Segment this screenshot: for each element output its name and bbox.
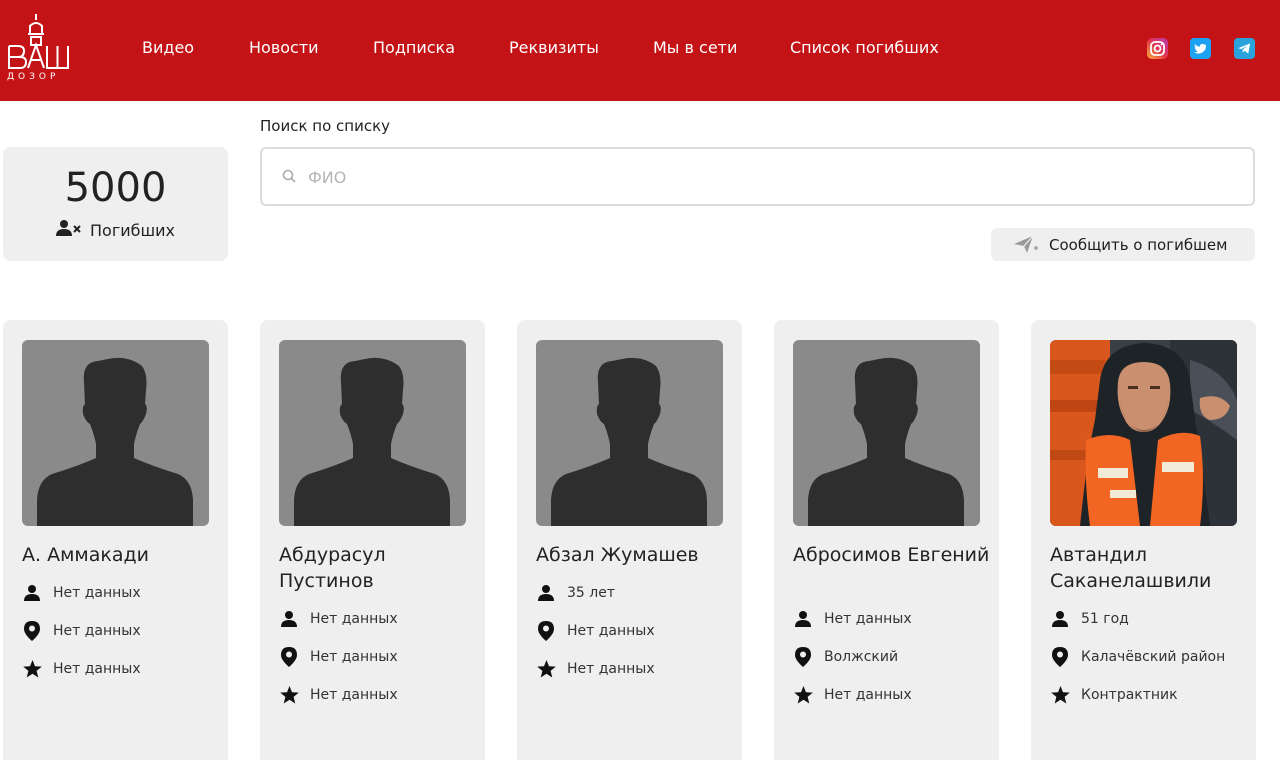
person-name: Автандил Саканелашвили <box>1050 544 1212 592</box>
person-card[interactable]: Абросимов Евгений Нет данных Волжский Не… <box>774 320 999 760</box>
search-input[interactable] <box>308 157 1208 197</box>
person-age: Нет данных <box>53 585 141 601</box>
twitter-icon[interactable] <box>1190 38 1211 59</box>
person-location: Нет данных <box>310 649 398 665</box>
nav-news[interactable]: Новости <box>249 38 319 57</box>
person-name: Абдурасул Пустинов <box>279 544 386 592</box>
person-status: Контрактник <box>1081 687 1178 703</box>
person-age: 35 лет <box>567 585 615 601</box>
person-name: А. Аммакади <box>22 544 149 566</box>
instagram-icon[interactable] <box>1147 38 1168 59</box>
person-age: Нет данных <box>310 611 398 627</box>
report-death-button[interactable]: Сообщить о погибшем <box>991 228 1255 261</box>
location-pin-icon <box>22 621 42 641</box>
nav-subscription[interactable]: Подписка <box>373 38 455 57</box>
person-status: Нет данных <box>824 687 912 703</box>
nav-requisites[interactable]: Реквизиты <box>509 38 599 57</box>
person-age: Нет данных <box>824 611 912 627</box>
star-icon <box>793 685 813 705</box>
person-card[interactable]: А. Аммакади Нет данных Нет данных Нет да… <box>3 320 228 760</box>
person-icon <box>22 583 42 603</box>
person-location: Волжский <box>824 649 899 665</box>
search-icon <box>282 169 297 188</box>
location-pin-icon <box>279 647 299 667</box>
person-icon <box>793 609 813 629</box>
person-age: 51 год <box>1081 611 1129 627</box>
death-counter: 5000 Погибших <box>3 147 228 261</box>
nav-social[interactable]: Мы в сети <box>653 38 737 57</box>
person-status: Нет данных <box>310 687 398 703</box>
person-icon <box>1050 609 1070 629</box>
report-death-label: Сообщить о погибшем <box>1049 236 1228 254</box>
person-photo-placeholder <box>536 340 723 526</box>
star-icon <box>1050 685 1070 705</box>
location-pin-icon <box>536 621 556 641</box>
nav-list-of-dead[interactable]: Список погибших <box>790 38 939 57</box>
nav-video[interactable]: Видео <box>142 38 194 57</box>
person-photo-placeholder <box>279 340 466 526</box>
logo-subtitle: ДОЗОР <box>7 72 60 82</box>
star-icon <box>536 659 556 679</box>
person-card[interactable]: Абдурасул Пустинов Нет данных Нет данных… <box>260 320 485 760</box>
location-pin-icon <box>793 647 813 667</box>
star-icon <box>279 685 299 705</box>
person-icon <box>536 583 556 603</box>
site-header: ДОЗОР Видео Новости Подписка Реквизиты М… <box>0 0 1280 101</box>
person-photo <box>1050 340 1237 526</box>
person-icon <box>279 609 299 629</box>
person-status: Нет данных <box>53 661 141 677</box>
person-card[interactable]: Абзал Жумашев 35 лет Нет данных Нет данн… <box>517 320 742 760</box>
person-location: Нет данных <box>53 623 141 639</box>
user-remove-icon <box>56 219 82 241</box>
lighthouse-logo-icon <box>8 14 69 69</box>
person-name: Абросимов Евгений <box>793 544 990 566</box>
person-card[interactable]: Автандил Саканелашвили 51 год Калачёвски… <box>1031 320 1256 760</box>
person-name: Абзал Жумашев <box>536 544 699 566</box>
person-location: Нет данных <box>567 623 655 639</box>
person-photo-placeholder <box>793 340 980 526</box>
search-label: Поиск по списку <box>260 117 391 135</box>
person-photo-placeholder <box>22 340 209 526</box>
counter-label: Погибших <box>90 220 175 240</box>
search-box <box>260 147 1255 206</box>
counter-number: 5000 <box>64 165 167 211</box>
location-pin-icon <box>1050 647 1070 667</box>
send-plane-icon <box>1013 235 1039 258</box>
person-status: Нет данных <box>567 661 655 677</box>
telegram-icon[interactable] <box>1234 38 1255 59</box>
person-location: Калачёвский район <box>1081 649 1226 665</box>
star-icon <box>22 659 42 679</box>
